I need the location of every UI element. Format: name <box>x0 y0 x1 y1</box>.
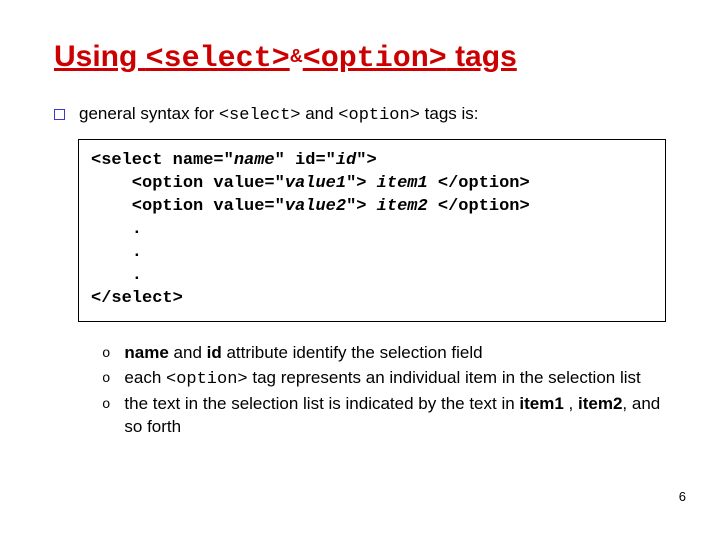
sub1-b2: id <box>207 343 222 362</box>
sub-bullet-text-1: name and id attribute identify the selec… <box>124 342 666 365</box>
circle-bullet-icon: o <box>102 370 110 389</box>
sub3-t1: the text in the selection list is indica… <box>124 394 519 413</box>
code-l3d: item2 <box>377 197 428 216</box>
code-l1b: name <box>234 151 275 170</box>
page-number: 6 <box>679 489 686 504</box>
code-l2e: </option> <box>428 174 530 193</box>
title-part-tags: tags <box>447 40 517 73</box>
sub-bullet-text-3: the text in the selection list is indica… <box>124 393 666 439</box>
top-bullet-code-option: <option> <box>338 106 420 125</box>
top-bullet-pre: general syntax for <box>79 104 219 123</box>
code-l3c: "> <box>346 197 377 216</box>
circle-bullet-icon: o <box>102 396 110 415</box>
code-l1d: id <box>336 151 356 170</box>
code-l2c: "> <box>346 174 377 193</box>
sub3-t2: , <box>564 394 578 413</box>
sub1-t2: attribute identify the selection field <box>222 343 483 362</box>
sub-bullet-list: o name and id attribute identify the sel… <box>102 342 666 440</box>
top-bullet-code-select: <select> <box>219 106 301 125</box>
code-l2b: value1 <box>285 174 346 193</box>
top-bullet-row: general syntax for <select> and <option>… <box>54 104 666 125</box>
code-l2d: item1 <box>377 174 428 193</box>
sub-bullet-row: o name and id attribute identify the sel… <box>102 342 666 365</box>
sub3-b1: item1 <box>519 394 563 413</box>
sub3-b2: item2 <box>578 394 622 413</box>
sub1-b1: name <box>124 343 168 362</box>
code-l1e: "> <box>356 151 376 170</box>
sub-bullet-row: o each <option> tag represents an indivi… <box>102 367 666 392</box>
square-bullet-icon <box>54 109 65 120</box>
code-dots: . . . <box>91 220 142 285</box>
top-bullet-text: general syntax for <select> and <option>… <box>79 104 479 125</box>
code-l2a: <option value=" <box>91 174 285 193</box>
code-l3a: <option value=" <box>91 197 285 216</box>
slide: Using <select> & <option> tags general s… <box>0 0 720 540</box>
code-l1c: " id=" <box>275 151 336 170</box>
title-code-option: <option> <box>303 42 447 76</box>
code-l3e: </option> <box>428 197 530 216</box>
sub1-t1: and <box>169 343 207 362</box>
code-l1a: <select name=" <box>91 151 234 170</box>
sub-bullet-row: o the text in the selection list is indi… <box>102 393 666 439</box>
slide-title: Using <select> & <option> tags <box>54 40 666 76</box>
sub-bullet-text-2: each <option> tag represents an individu… <box>124 367 666 392</box>
top-bullet-mid: and <box>300 104 338 123</box>
title-part-using: Using <box>54 40 146 73</box>
code-l7: </select> <box>91 289 183 308</box>
code-l3b: value2 <box>285 197 346 216</box>
code-box: <select name="name" id="id"> <option val… <box>78 139 666 322</box>
sub2-c1: <option> <box>166 370 248 389</box>
title-amp: & <box>290 46 303 67</box>
title-code-select: <select> <box>146 42 290 76</box>
sub2-t2: tag represents an individual item in the… <box>248 368 641 387</box>
sub2-t1: each <box>124 368 166 387</box>
circle-bullet-icon: o <box>102 345 110 364</box>
top-bullet-post: tags is: <box>420 104 479 123</box>
